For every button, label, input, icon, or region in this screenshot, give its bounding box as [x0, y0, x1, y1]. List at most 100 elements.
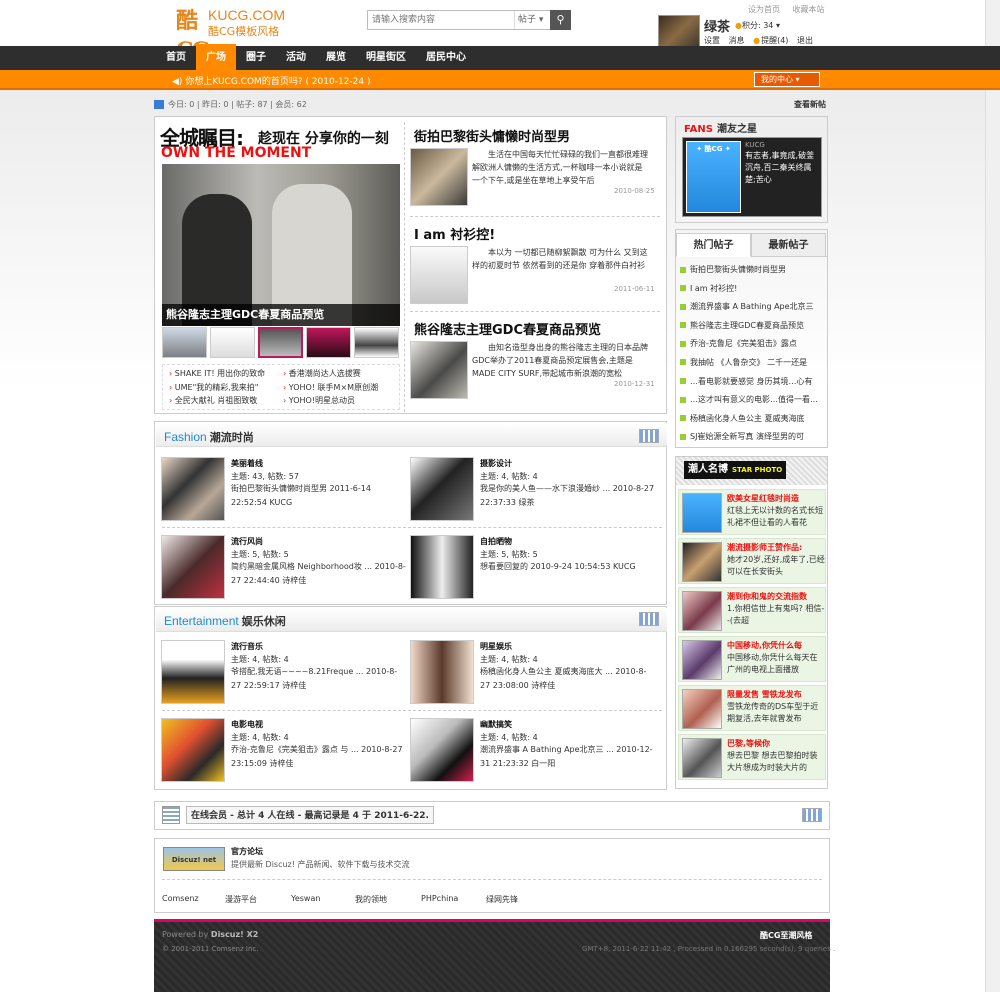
settings-link[interactable]: 设置: [704, 36, 720, 45]
list-item[interactable]: SJ崔始源全新写真 演绎型男的可: [680, 431, 826, 450]
discuz-logo[interactable]: Discuz! net: [163, 847, 225, 871]
list-item[interactable]: …看电影就要感觉 身历其境…心有: [680, 376, 826, 395]
star-item[interactable]: 限量发售 雪铁龙发布 雪铁龙传奇的DS车型于近期复活,去年就曾发布: [678, 685, 826, 731]
nav-home[interactable]: 首页: [156, 46, 196, 70]
star-item[interactable]: 潮流摄影师王赞作品: 她才20岁,还好,成年了,已经可以在长安街头: [678, 538, 826, 584]
star-item[interactable]: 中国移动,你凭什么每 中国移动,你凭什么每天在广州的电视上面播放: [678, 636, 826, 682]
article-title[interactable]: 街拍巴黎街头慵懒时尚型男: [414, 126, 570, 145]
thumbnail-selected[interactable]: [258, 327, 303, 358]
search-button[interactable]: ⚲: [550, 10, 571, 30]
forum-last-post[interactable]: 想看要回复的 2010-9-24 10:54:53 KUCG: [480, 560, 656, 574]
discuz-link[interactable]: Discuz! X2: [211, 930, 258, 939]
grid-view-icon[interactable]: [639, 429, 659, 443]
star-item-title[interactable]: 欧美女星红毯时尚造: [727, 493, 825, 504]
list-item[interactable]: 潮流界盛事 A Bathing Ape北京三: [680, 301, 826, 320]
star-item-title[interactable]: 潮到你和鬼的交流指数: [727, 591, 825, 602]
friend-link[interactable]: 漫游平台: [225, 894, 291, 905]
star-item-title[interactable]: 限量发售 雪铁龙发布: [727, 689, 825, 700]
bookmark-link[interactable]: 收藏本站: [793, 5, 825, 14]
search-scope-select[interactable]: 帖子 ▾: [514, 11, 549, 29]
article-image[interactable]: [410, 341, 468, 399]
user-name[interactable]: 绿茶: [704, 16, 730, 35]
members-list-icon[interactable]: [162, 806, 180, 824]
site-logo-mark[interactable]: 酷CG: [176, 6, 210, 64]
feature-link[interactable]: YOHO! 联手M×M原创潮: [283, 382, 393, 393]
forum-last-post[interactable]: 杨稹函化身人鱼公主 夏威夷海底大 ... 2010-8-27 23:08:00 …: [480, 665, 656, 693]
thumbnail[interactable]: [210, 327, 255, 358]
forum-image[interactable]: [410, 457, 474, 521]
feature-link[interactable]: YOHO!明星总动员: [283, 395, 393, 406]
site-name[interactable]: KUCG.COM: [208, 8, 285, 22]
hero-caption[interactable]: 熊谷隆志主理GDC春夏商品预览: [162, 304, 400, 326]
official-forum-title[interactable]: 官方论坛: [231, 846, 263, 857]
star-item[interactable]: 潮到你和鬼的交流指数 1.你相信世上有鬼吗? 相信--(去超: [678, 587, 826, 633]
article-image[interactable]: [410, 246, 468, 304]
star-item-title[interactable]: 中国移动,你凭什么每: [727, 640, 825, 651]
star-item[interactable]: 巴黎,等候你 想去巴黎 想去巴黎拍时装大片想成为时装大片的: [678, 734, 826, 780]
section-title[interactable]: Fashion 潮流时尚: [164, 429, 254, 445]
tab-new-posts[interactable]: 最新帖子: [751, 233, 826, 257]
forum-name[interactable]: 美丽着线: [231, 458, 263, 469]
forum-last-post[interactable]: 我是你的美人鱼——水下浪漫婚纱 ... 2010-8-27 22:37:33 绿…: [480, 482, 656, 510]
forum-name[interactable]: 流行音乐: [231, 641, 263, 652]
friend-link[interactable]: Yeswan: [291, 894, 355, 905]
article-title[interactable]: 熊谷隆志主理GDC春夏商品预览: [414, 319, 601, 338]
messages-link[interactable]: 消息: [729, 36, 745, 45]
nav-exhibition[interactable]: 展览: [316, 46, 356, 70]
friend-link[interactable]: PHPchina: [421, 894, 486, 905]
forum-image[interactable]: [161, 535, 225, 599]
star-item[interactable]: 欧美女星红毯时尚造 红毯上无以计数的名式长短礼裙不但让看的人看花: [678, 489, 826, 535]
forum-name[interactable]: 自拍晒物: [480, 536, 512, 547]
logout-link[interactable]: 退出: [797, 36, 813, 45]
feature-link[interactable]: 香港潮尚达人选拔赛: [283, 368, 393, 379]
list-item[interactable]: …这才叫有意义的电影…值得一看…: [680, 394, 826, 413]
forum-image[interactable]: [410, 718, 474, 782]
forum-last-post[interactable]: 简约黑暗金属风格 Neighborhood妆 ... 2010-8-27 22:…: [231, 560, 407, 588]
forum-last-post[interactable]: 街拍巴黎街头慵懒时尚型男 2011-6-14 22:52:54 KUCG: [231, 482, 407, 510]
thumbnail[interactable]: [354, 327, 399, 358]
forum-image[interactable]: [410, 640, 474, 704]
friend-link[interactable]: 我的领地: [355, 894, 421, 905]
friend-link[interactable]: 绿网先锋: [486, 894, 546, 905]
feature-link[interactable]: 全民大献礼 肖祖图致敬: [169, 395, 279, 406]
article-title[interactable]: I am 衬衫控!: [414, 224, 495, 243]
set-homepage-link[interactable]: 设为首页: [748, 5, 780, 14]
grid-view-icon[interactable]: [802, 808, 822, 822]
forum-name[interactable]: 电影电视: [231, 719, 263, 730]
feature-link[interactable]: UME"我的精彩,我来拍": [169, 382, 279, 393]
nav-square[interactable]: 广场: [196, 44, 236, 70]
nav-star-block[interactable]: 明星街区: [356, 46, 416, 70]
forum-name[interactable]: 摄影设计: [480, 458, 512, 469]
forum-last-post[interactable]: 爷搭配,我无语~~~~8.21Freque ... 2010-8-27 22:5…: [231, 665, 407, 693]
notifications-link[interactable]: 提醒(4): [761, 36, 788, 45]
thumbnail[interactable]: [306, 327, 351, 358]
my-center-dropdown[interactable]: 我的中心 ▾: [754, 72, 820, 87]
forum-name[interactable]: 幽默搞笑: [480, 719, 512, 730]
forum-image[interactable]: [161, 457, 225, 521]
list-item[interactable]: 乔治-克鲁尼《完美狙击》露点: [680, 338, 826, 357]
nav-events[interactable]: 活动: [276, 46, 316, 70]
forum-last-post[interactable]: 潮流界盛事 A Bathing Ape北京三 ... 2010-12-31 21…: [480, 743, 656, 771]
star-item-title[interactable]: 潮流摄影师王赞作品:: [727, 542, 825, 553]
forum-name[interactable]: 明星娱乐: [480, 641, 512, 652]
feature-link[interactable]: SHAKE IT! 用出你的致命: [169, 368, 279, 379]
hero-image[interactable]: 熊谷隆志主理GDC春夏商品预览: [162, 164, 400, 326]
window-scrollbar[interactable]: [985, 0, 1000, 992]
view-newest-link[interactable]: 查看新帖: [794, 99, 826, 110]
article-image[interactable]: [410, 148, 468, 206]
fans-card[interactable]: ✦ 酷CG ✦ KUCG 有志者,事竟成,破釜沉舟,百二秦关终属楚;苦心: [682, 137, 822, 217]
search-input[interactable]: [368, 11, 513, 29]
friend-link[interactable]: Comsenz: [162, 894, 225, 905]
thumbnail[interactable]: [162, 327, 207, 358]
list-item[interactable]: 熊谷隆志主理GDC春夏商品预览: [680, 320, 826, 339]
forum-last-post[interactable]: 乔治-克鲁尼《完美狙击》露点 与 ... 2010-8-27 23:15:09 …: [231, 743, 407, 771]
list-item[interactable]: 街拍巴黎街头慵懒时尚型男: [680, 264, 826, 283]
notice-text[interactable]: 你想上KUCG.COM的首页吗? ( 2010-12-24 ): [185, 77, 370, 87]
tab-hot-posts[interactable]: 热门帖子: [676, 233, 751, 257]
online-stats[interactable]: 在线会员 - 总计 4 人在线 - 最高记录是 4 于 2011-6-22.: [186, 806, 434, 824]
section-title[interactable]: Entertainment 娱乐休闲: [164, 613, 286, 629]
notice[interactable]: ◀) 你想上KUCG.COM的首页吗? ( 2010-12-24 ): [172, 74, 371, 87]
forum-image[interactable]: [410, 535, 474, 599]
nav-resident-center[interactable]: 居民中心: [416, 46, 476, 70]
star-item-title[interactable]: 巴黎,等候你: [727, 738, 825, 749]
